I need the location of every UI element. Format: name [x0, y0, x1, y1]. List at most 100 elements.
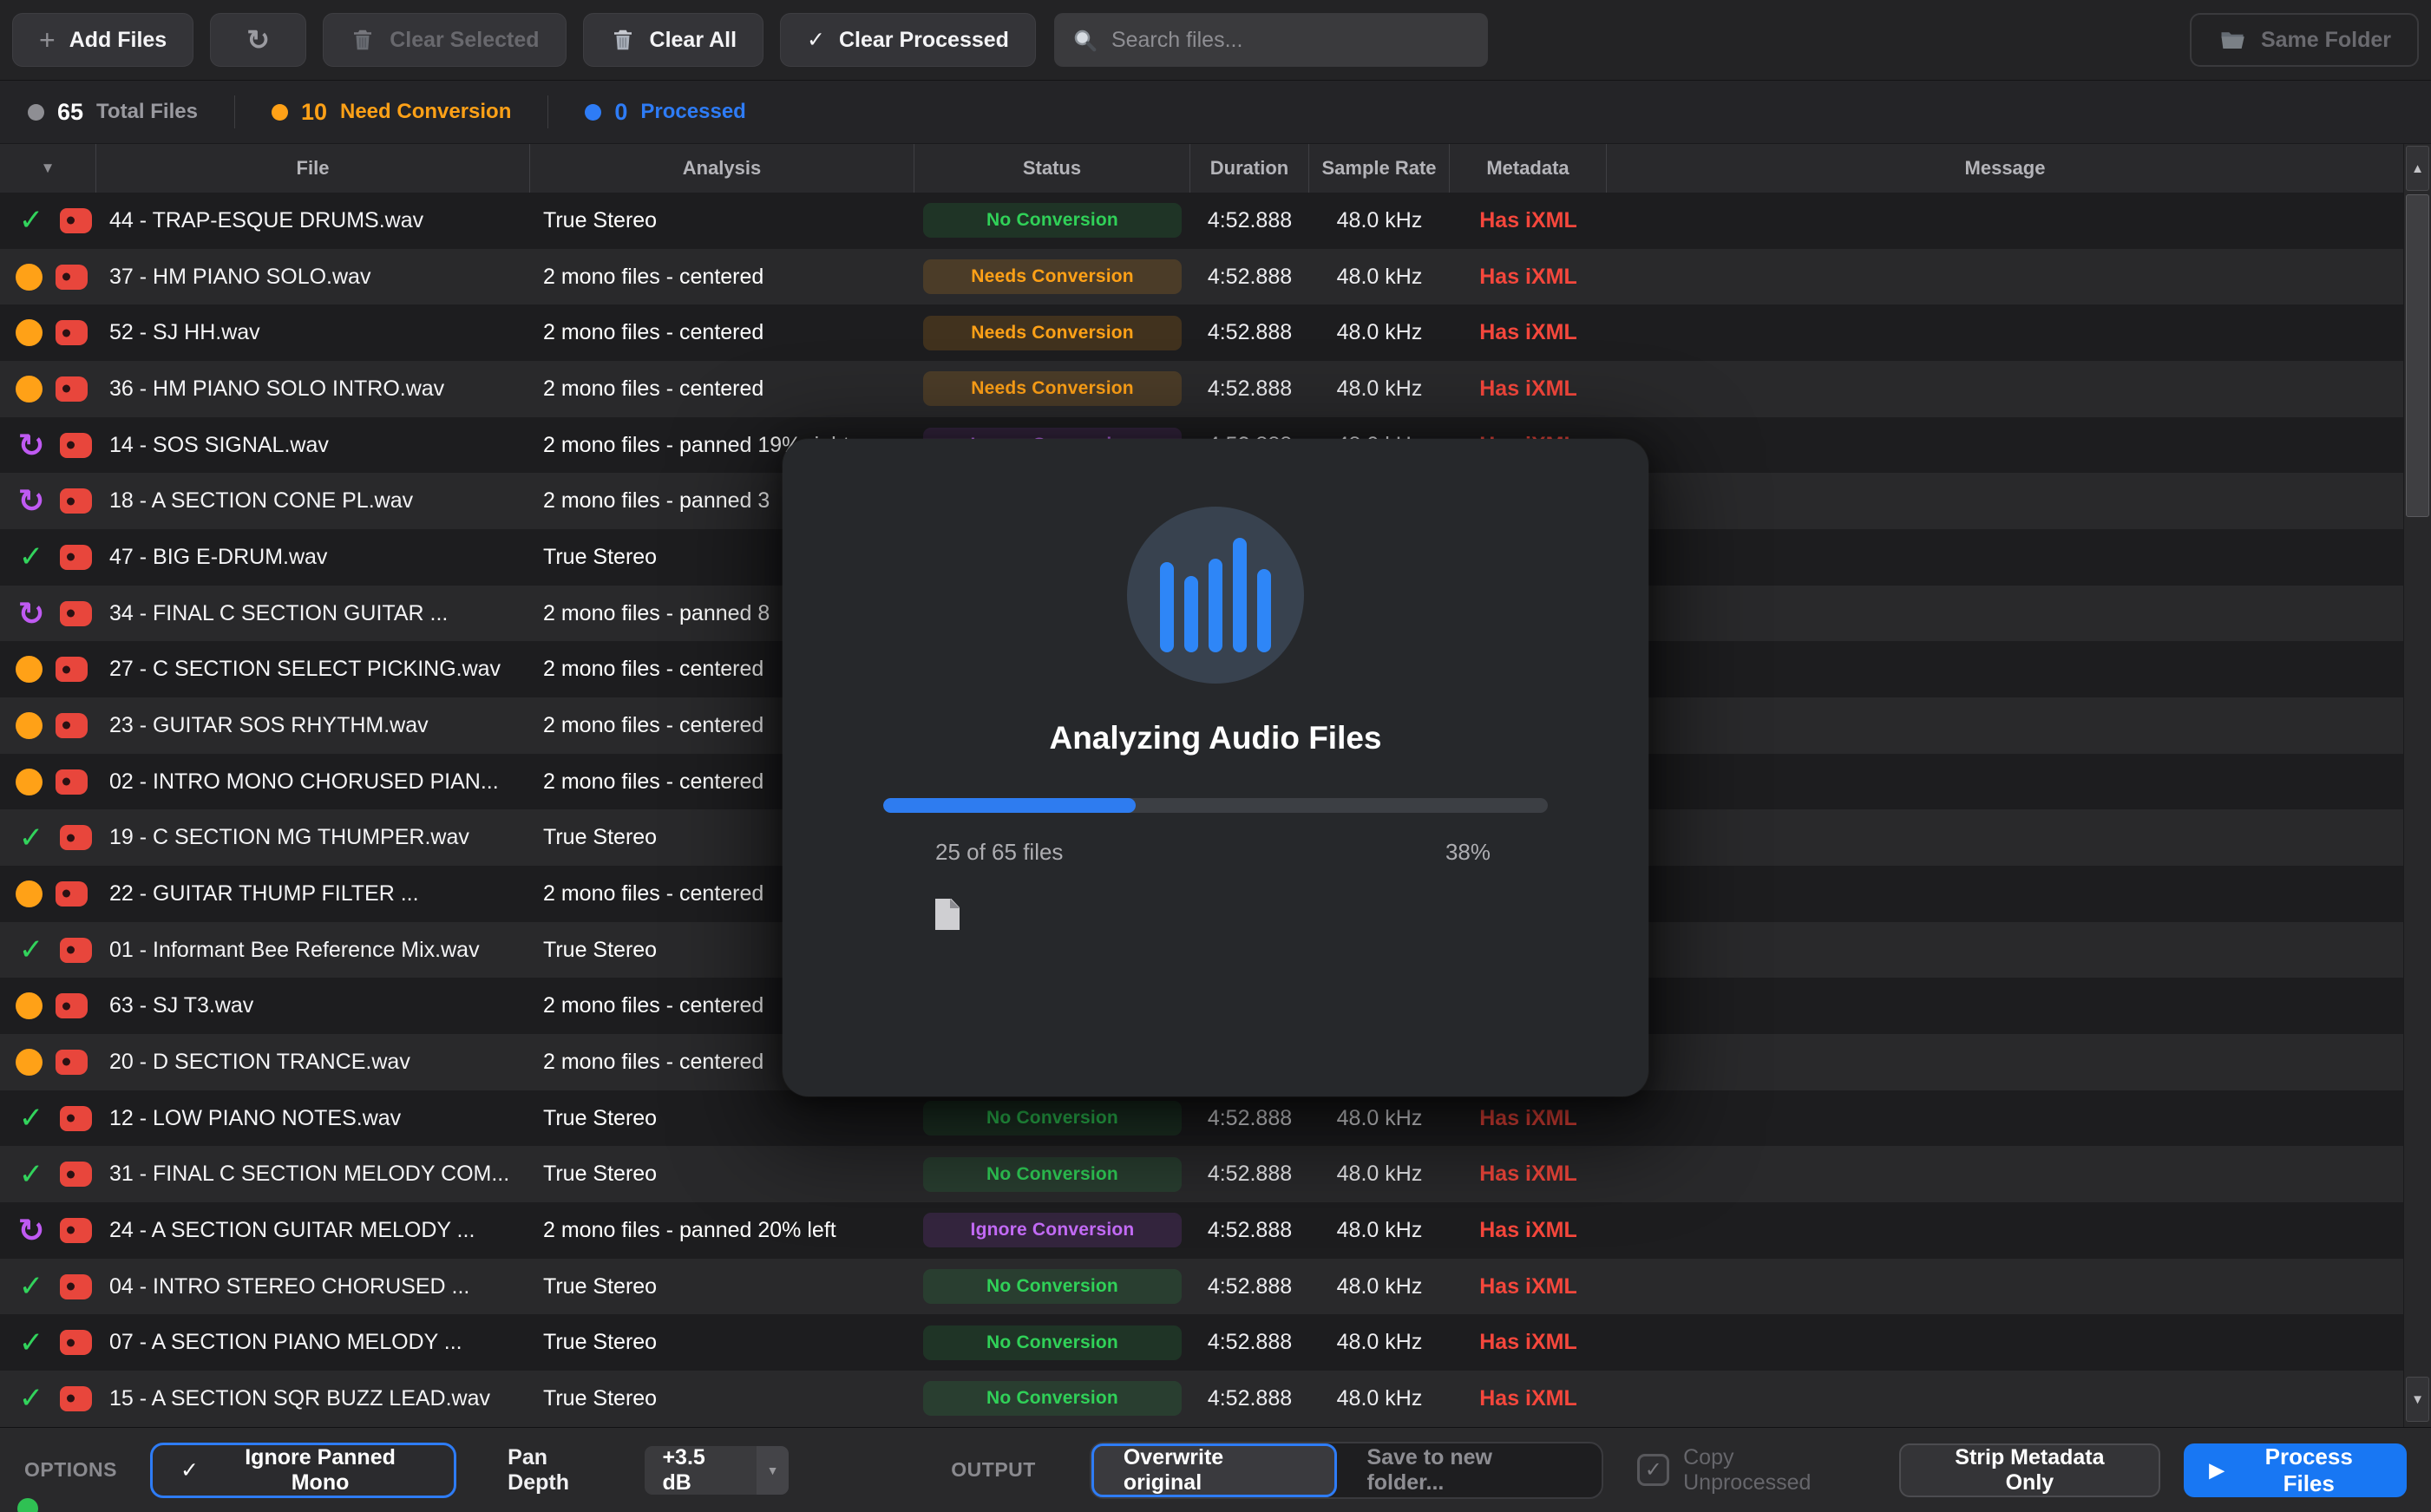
play-icon: ▶	[2210, 1459, 2225, 1482]
table-row[interactable]: ↻ 24 - A SECTION GUITAR MELODY ... 2 mon…	[0, 1202, 2403, 1259]
duration-value: 4:52.888	[1190, 265, 1309, 290]
process-files-button[interactable]: ▶ Process Files	[2184, 1443, 2407, 1497]
sample-rate-value: 48.0 kHz	[1309, 320, 1450, 345]
metadata-flag: Has iXML	[1479, 1386, 1577, 1411]
row-icons: ✓	[0, 1103, 96, 1133]
metadata-flag: Has iXML	[1479, 1106, 1577, 1130]
table-row[interactable]: ✓ 12 - LOW PIANO NOTES.wav True Stereo N…	[0, 1090, 2403, 1147]
same-folder-label: Same Folder	[2261, 28, 2391, 53]
metadata-flag: Has iXML	[1479, 320, 1577, 344]
metadata-flag: Has iXML	[1479, 1218, 1577, 1242]
ignore-panned-mono-label: Ignore Panned Mono	[214, 1445, 426, 1496]
checkbox-checked-icon[interactable]: ✓	[1637, 1454, 1669, 1486]
clear-selected-button[interactable]: Clear Selected	[323, 13, 566, 67]
metadata-flag: Has iXML	[1479, 265, 1577, 289]
duration-value: 4:52.888	[1190, 1386, 1309, 1411]
table-row[interactable]: 36 - HM PIANO SOLO INTRO.wav 2 mono file…	[0, 361, 2403, 417]
sample-rate-value: 48.0 kHz	[1309, 1274, 1450, 1299]
table-row[interactable]: 52 - SJ HH.wav 2 mono files - centered N…	[0, 304, 2403, 361]
table-row[interactable]: ✓ 44 - TRAP-ESQUE DRUMS.wav True Stereo …	[0, 193, 2403, 249]
clear-all-label: Clear All	[650, 28, 737, 53]
table-row[interactable]: 37 - HM PIANO SOLO.wav 2 mono files - ce…	[0, 249, 2403, 305]
row-icons	[0, 712, 96, 739]
add-files-button[interactable]: + Add Files	[12, 13, 193, 67]
tag-icon	[56, 881, 88, 907]
column-header-message[interactable]: Message	[1607, 144, 2403, 193]
row-status-icon	[16, 1049, 43, 1076]
copy-unprocessed-checkbox-group[interactable]: ✓ Copy Unprocessed	[1637, 1445, 1865, 1496]
duration-value: 4:52.888	[1190, 208, 1309, 233]
stats-bar: 65 Total Files 10 Need Conversion 0 Proc…	[0, 81, 2431, 144]
tag-icon	[56, 265, 88, 290]
total-files-count: 65	[57, 99, 83, 126]
refresh-button[interactable]: ↻	[210, 13, 306, 67]
clipped-status-dot	[17, 1498, 38, 1512]
tag-icon	[60, 938, 92, 963]
sample-rate-value: 48.0 kHz	[1309, 1386, 1450, 1411]
column-header-status[interactable]: Status	[914, 144, 1190, 193]
search-box[interactable]	[1054, 13, 1488, 67]
clear-all-button[interactable]: Clear All	[583, 13, 764, 67]
column-header-file[interactable]: File	[96, 144, 530, 193]
equalizer-bar	[1257, 569, 1271, 652]
clear-processed-button[interactable]: ✓ Clear Processed	[780, 13, 1036, 67]
row-icons: ✓	[0, 823, 96, 853]
duration-value: 4:52.888	[1190, 1106, 1309, 1131]
column-header-duration[interactable]: Duration	[1190, 144, 1309, 193]
gray-dot-icon	[28, 104, 44, 121]
filter-caret-icon: ▼	[41, 160, 56, 177]
sample-rate-value: 48.0 kHz	[1309, 1162, 1450, 1187]
search-input[interactable]	[1111, 28, 1471, 53]
ignore-panned-mono-toggle[interactable]: ✓ Ignore Panned Mono	[150, 1443, 456, 1498]
analysis-progress-modal: Analyzing Audio Files 25 of 65 files 38%	[783, 439, 1648, 1096]
row-icons	[0, 769, 96, 795]
overwrite-original-option[interactable]: Overwrite original	[1091, 1443, 1338, 1497]
table-row[interactable]: ✓ 07 - A SECTION PIANO MELODY ... True S…	[0, 1314, 2403, 1371]
need-conversion-count: 10	[301, 99, 327, 126]
process-files-label: Process Files	[2237, 1443, 2381, 1497]
column-header-sample-rate[interactable]: Sample Rate	[1309, 144, 1450, 193]
strip-metadata-only-label: Strip Metadata Only	[1929, 1445, 2130, 1496]
column-header-analysis[interactable]: Analysis	[530, 144, 914, 193]
tag-icon	[56, 657, 88, 682]
file-name: 63 - SJ T3.wav	[96, 993, 530, 1018]
scroll-up-button[interactable]: ▲	[2406, 146, 2429, 191]
scrollbar-thumb[interactable]	[2406, 194, 2429, 517]
row-icons	[0, 376, 96, 403]
scroll-down-button[interactable]: ▼	[2406, 1377, 2429, 1422]
same-folder-button[interactable]: Same Folder	[2190, 13, 2419, 67]
row-icons: ✓	[0, 1384, 96, 1413]
tag-icon	[56, 376, 88, 402]
tag-icon	[60, 601, 92, 626]
output-label: OUTPUT	[951, 1458, 1036, 1482]
vertical-scrollbar[interactable]: ▲ ▼	[2403, 144, 2431, 1427]
status-badge: Needs Conversion	[923, 259, 1182, 294]
pan-depth-select[interactable]: +3.5 dB ▼	[645, 1446, 789, 1495]
metadata-flag: Has iXML	[1479, 1162, 1577, 1186]
filter-dropdown[interactable]: ▼	[0, 144, 96, 193]
column-header-metadata[interactable]: Metadata	[1450, 144, 1607, 193]
row-status-icon	[16, 376, 43, 403]
tag-icon	[56, 769, 88, 795]
row-icons: ✓	[0, 1272, 96, 1301]
equalizer-bar	[1160, 562, 1174, 652]
save-to-new-folder-option[interactable]: Save to new folder...	[1337, 1443, 1602, 1497]
row-icons: ✓	[0, 935, 96, 965]
row-status-icon: ✓	[16, 1384, 47, 1413]
row-icons: ↻	[0, 1214, 96, 1247]
total-files-label: Total Files	[96, 100, 198, 124]
file-name: 07 - A SECTION PIANO MELODY ...	[96, 1330, 530, 1355]
table-row[interactable]: ✓ 31 - FINAL C SECTION MELODY COM... Tru…	[0, 1146, 2403, 1202]
processed-label: Processed	[640, 100, 745, 124]
progress-bar-fill	[883, 798, 1136, 813]
sample-rate-value: 48.0 kHz	[1309, 1330, 1450, 1355]
clear-processed-label: Clear Processed	[839, 28, 1009, 53]
row-status-icon	[16, 319, 43, 346]
file-name: 23 - GUITAR SOS RHYTHM.wav	[96, 713, 530, 738]
table-row[interactable]: ✓ 04 - INTRO STEREO CHORUSED ... True St…	[0, 1259, 2403, 1315]
file-name: 19 - C SECTION MG THUMPER.wav	[96, 825, 530, 850]
strip-metadata-only-button[interactable]: Strip Metadata Only	[1899, 1443, 2159, 1497]
row-status-icon	[16, 880, 43, 907]
table-row[interactable]: ✓ 15 - A SECTION SQR BUZZ LEAD.wav True …	[0, 1371, 2403, 1427]
row-status-icon: ↻	[16, 485, 47, 517]
